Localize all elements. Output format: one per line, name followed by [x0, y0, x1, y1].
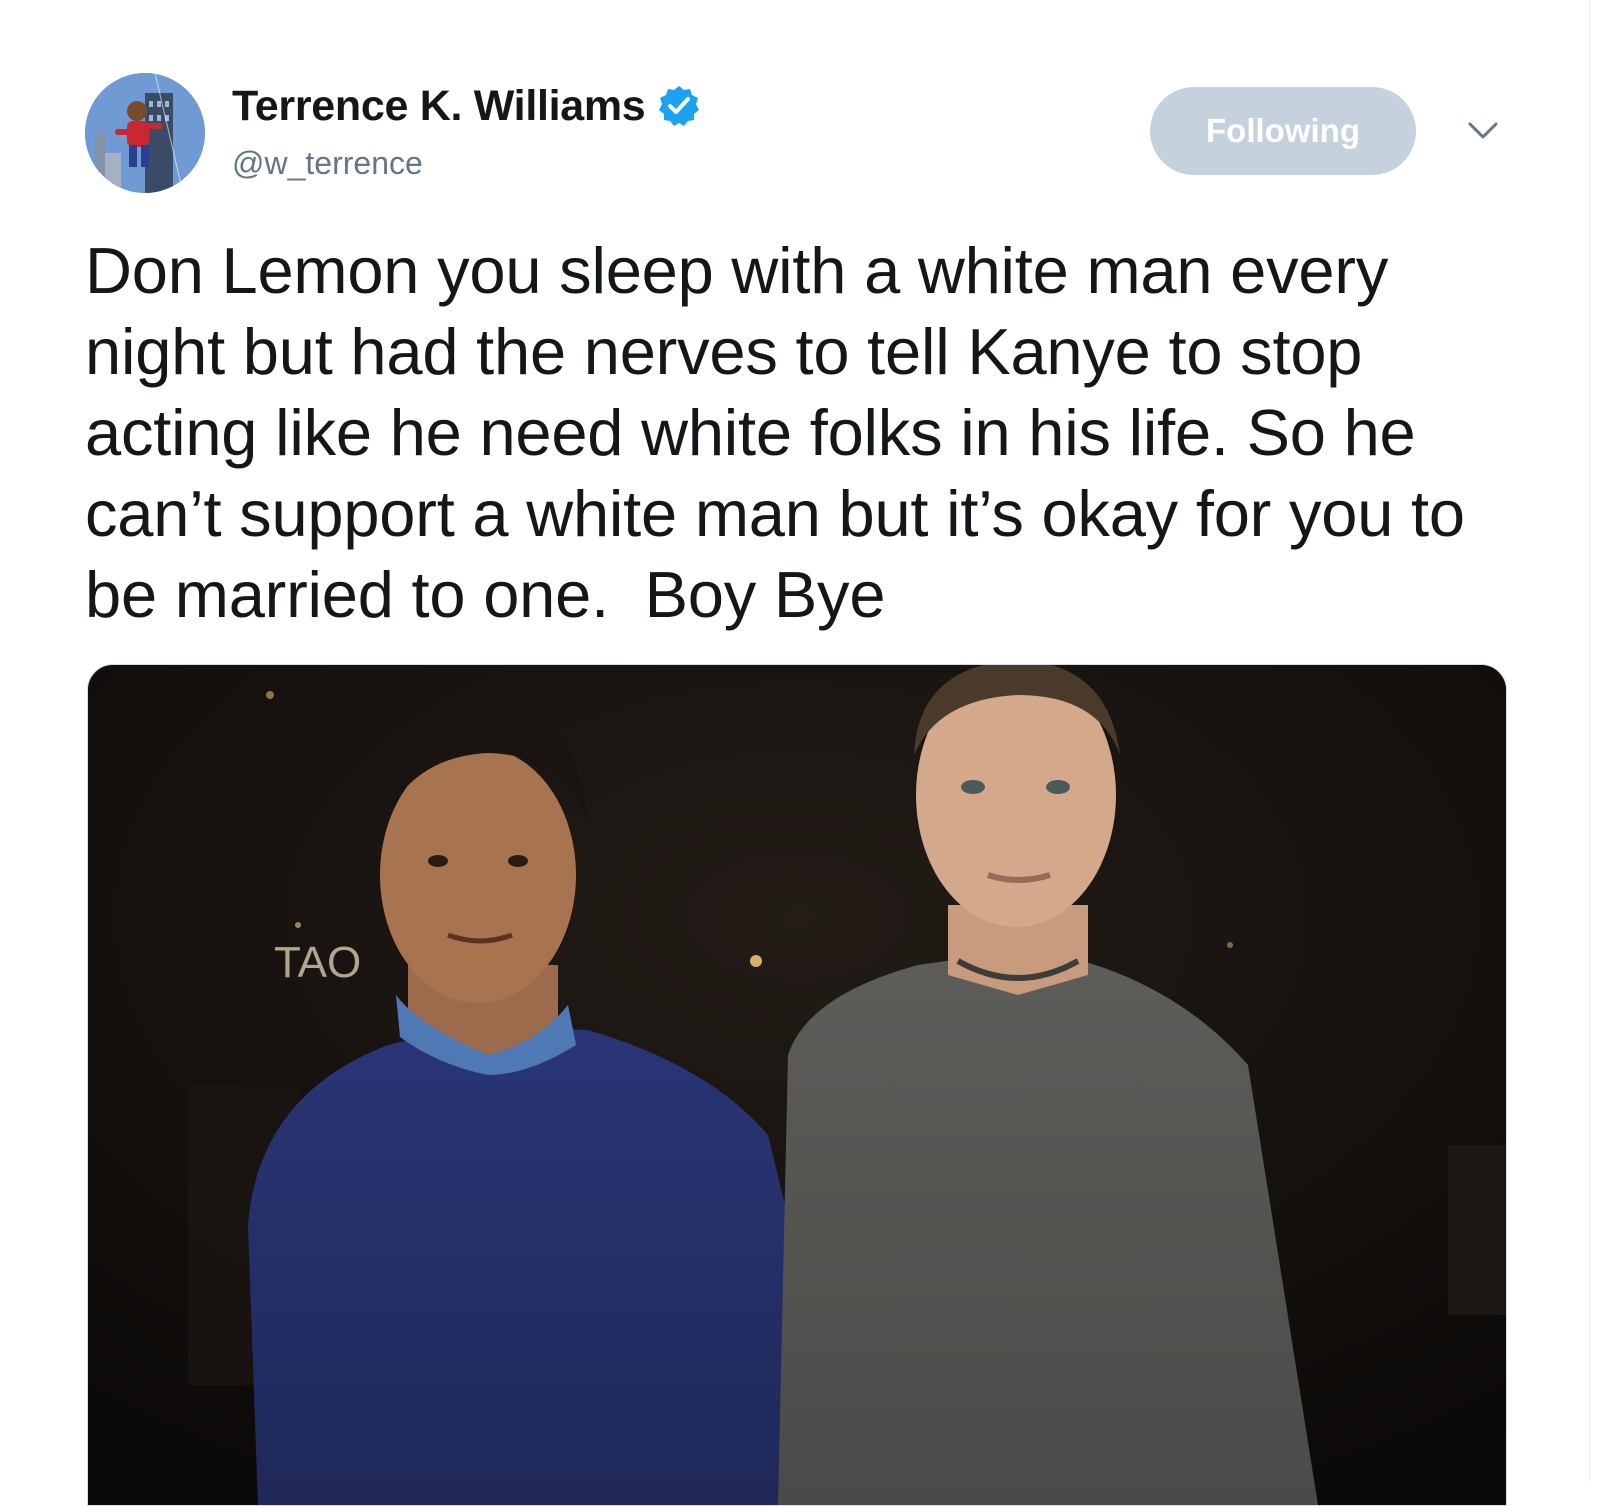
author-name-row[interactable]: Terrence K. Williams	[232, 78, 701, 134]
tweet-card: Terrence K. Williams @w_terrence Followi…	[0, 0, 1604, 1506]
author-handle[interactable]: @w_terrence	[232, 145, 423, 182]
display-name[interactable]: Terrence K. Williams	[232, 82, 646, 131]
divider	[1589, 0, 1590, 1482]
verified-badge-icon	[657, 84, 701, 128]
tweet-photo[interactable]: TAO	[87, 664, 1507, 1506]
tweet-text: Don Lemon you sleep with a white man eve…	[85, 234, 1483, 631]
following-button[interactable]: Following	[1150, 87, 1416, 175]
avatar-spiderman-icon	[85, 73, 205, 193]
avatar[interactable]	[85, 73, 205, 193]
sign-text: TAO	[274, 938, 361, 987]
chevron-down-icon[interactable]	[1466, 118, 1500, 144]
